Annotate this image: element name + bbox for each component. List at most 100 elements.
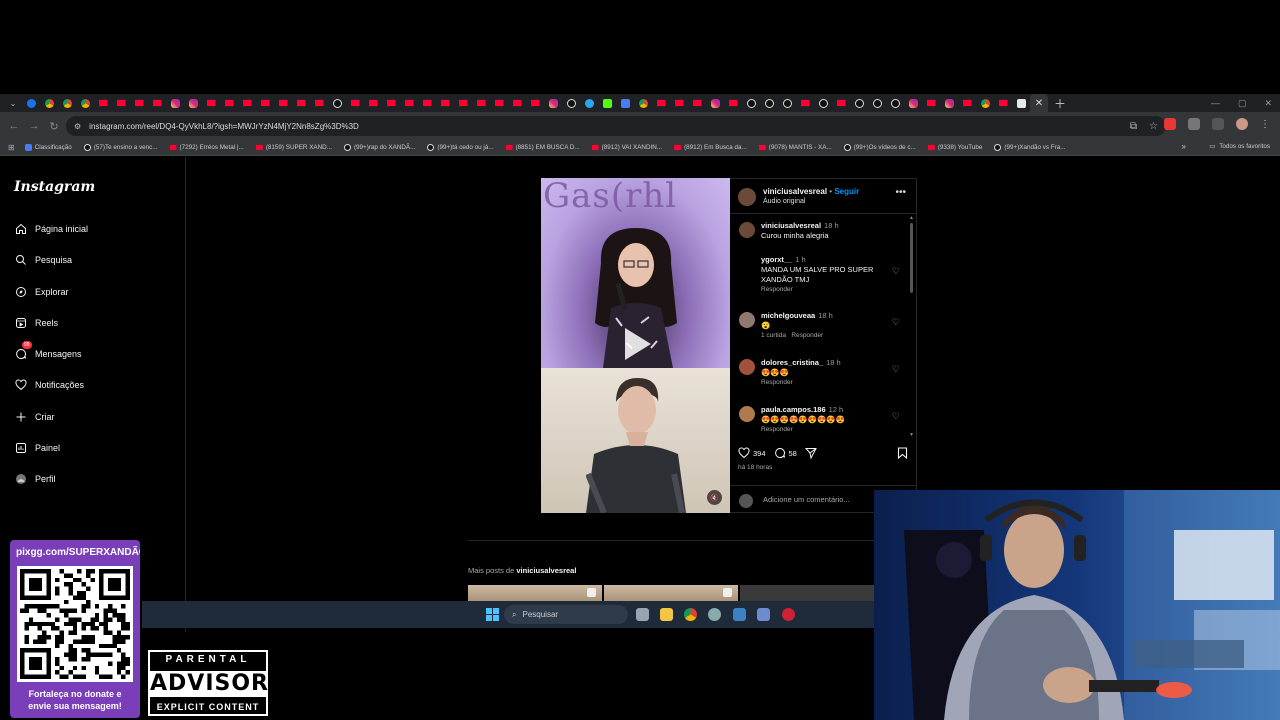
browser-tab[interactable] xyxy=(472,94,490,112)
nav-notifications[interactable]: Notificações xyxy=(14,378,84,391)
browser-tab[interactable] xyxy=(670,94,688,112)
new-tab-button[interactable]: ＋ xyxy=(1054,95,1066,112)
browser-tab[interactable] xyxy=(418,94,436,112)
comments-list[interactable]: viniciusalvesreal 18 h Curou minha alegria… xyxy=(730,215,916,438)
browser-tab[interactable] xyxy=(256,94,274,112)
extensions-puzzle-icon[interactable] xyxy=(1188,118,1200,130)
bookmark-item[interactable]: (57)Te ensino a venc... xyxy=(83,144,158,151)
windows-start-icon[interactable] xyxy=(486,608,499,621)
browser-tab[interactable] xyxy=(238,94,256,112)
taskbar-search[interactable]: ⌕ Pesquisar xyxy=(504,605,628,624)
tab-active[interactable]: ✕ xyxy=(1030,94,1048,112)
browser-tab[interactable] xyxy=(76,94,94,112)
app-icon[interactable] xyxy=(733,608,746,621)
comment-avatar[interactable] xyxy=(739,312,755,328)
play-icon[interactable] xyxy=(621,326,653,362)
like-heart-icon[interactable] xyxy=(738,447,750,459)
browser-tab[interactable] xyxy=(796,94,814,112)
nav-home[interactable]: Página inicial xyxy=(14,222,88,235)
bookmark-star-icon[interactable]: ☆ xyxy=(1149,121,1158,132)
comment-reply-link[interactable]: Responder xyxy=(761,426,793,433)
bookmark-item[interactable]: (99+)rap do XANDÃ... xyxy=(343,144,415,151)
browser-tab[interactable] xyxy=(94,94,112,112)
browser-tab[interactable] xyxy=(292,94,310,112)
comment-like-icon[interactable]: ♡ xyxy=(892,364,900,375)
nav-create[interactable]: Criar xyxy=(14,410,55,423)
comment-like-icon[interactable]: ♡ xyxy=(892,266,900,277)
browser-tab[interactable] xyxy=(310,94,328,112)
browser-tab[interactable] xyxy=(148,94,166,112)
browser-tab[interactable] xyxy=(634,94,652,112)
apps-icon[interactable]: ⊞ xyxy=(8,143,15,152)
browser-tab[interactable] xyxy=(400,94,418,112)
browser-tab[interactable] xyxy=(814,94,832,112)
browser-tab[interactable] xyxy=(742,94,760,112)
bookmark-item[interactable]: (8912) Em Busca da... xyxy=(674,144,747,151)
nav-reels[interactable]: Reels xyxy=(14,316,58,329)
browser-tab[interactable] xyxy=(724,94,742,112)
task-view-icon[interactable] xyxy=(636,608,649,621)
browser-tab[interactable] xyxy=(364,94,382,112)
follow-button[interactable]: Seguir xyxy=(834,187,859,196)
audio-label[interactable]: Áudio original xyxy=(763,198,805,205)
browser-tab[interactable] xyxy=(130,94,148,112)
browser-tab[interactable] xyxy=(580,94,598,112)
browser-tab[interactable] xyxy=(598,94,616,112)
browser-tab[interactable] xyxy=(778,94,796,112)
bookmark-item[interactable]: (9078) MANTIS - XA... xyxy=(758,144,832,151)
profile-avatar[interactable] xyxy=(1236,118,1248,130)
menu-icon[interactable] xyxy=(1212,118,1224,130)
browser-tab[interactable] xyxy=(940,94,958,112)
browser-tab[interactable] xyxy=(166,94,184,112)
post-thumbnail[interactable] xyxy=(740,585,874,602)
bookmarks-overflow-icon[interactable]: » xyxy=(1182,142,1186,151)
instagram-logo[interactable]: Instagram xyxy=(14,179,95,195)
more-options-icon[interactable]: ••• xyxy=(895,187,906,198)
comment-username[interactable]: ygorxt__ xyxy=(761,255,792,264)
all-bookmarks-button[interactable]: ▭ Todos os favoritos xyxy=(1209,143,1270,150)
browser-tab[interactable] xyxy=(220,94,238,112)
bookmark-item[interactable]: (8851) EM BUSCA D... xyxy=(505,144,580,151)
comment-icon[interactable] xyxy=(774,447,786,459)
comment-avatar[interactable] xyxy=(739,222,755,238)
browser-tab[interactable] xyxy=(958,94,976,112)
settings-icon[interactable] xyxy=(708,608,721,621)
comment-username[interactable]: paula.campos.186 xyxy=(761,405,826,414)
add-comment-input[interactable]: Adicione um comentário... xyxy=(763,495,850,504)
post-username[interactable]: viniciusalvesreal xyxy=(763,187,827,196)
file-explorer-icon[interactable] xyxy=(660,608,673,621)
nav-messages[interactable]: 99 Mensagens xyxy=(14,341,82,360)
app-icon[interactable] xyxy=(757,608,770,621)
likes-count[interactable]: 394 xyxy=(753,449,766,458)
save-bookmark-icon[interactable] xyxy=(897,447,908,459)
browser-tab[interactable] xyxy=(832,94,850,112)
app-icon[interactable] xyxy=(782,608,795,621)
comment-avatar[interactable] xyxy=(739,359,755,375)
comments-count[interactable]: 58 xyxy=(789,449,797,458)
close-tab-icon[interactable]: ✕ xyxy=(1035,98,1043,109)
bookmark-item[interactable]: (9338) YouTube xyxy=(927,144,982,151)
browser-tab[interactable] xyxy=(544,94,562,112)
browser-tab[interactable] xyxy=(868,94,886,112)
browser-tab[interactable] xyxy=(994,94,1012,112)
bookmark-item[interactable]: (99+)Xandão vs Fra... xyxy=(994,144,1066,151)
browser-tab[interactable] xyxy=(436,94,454,112)
bookmark-item[interactable]: (7292) Erréos Metal |... xyxy=(169,144,244,151)
browser-tab[interactable] xyxy=(508,94,526,112)
comment-username[interactable]: viniciusalvesreal xyxy=(761,221,821,230)
browser-tab[interactable] xyxy=(562,94,580,112)
comment-reply-link[interactable]: Responder xyxy=(761,286,793,293)
back-button[interactable]: ← xyxy=(4,120,24,132)
browser-tab[interactable] xyxy=(760,94,778,112)
nav-profile[interactable]: Perfil xyxy=(14,472,56,485)
browser-tab[interactable] xyxy=(202,94,220,112)
more-menu-icon[interactable]: ⋮ xyxy=(1260,119,1270,130)
extension-icon[interactable] xyxy=(1164,118,1176,130)
browser-tab[interactable] xyxy=(490,94,508,112)
browser-tab[interactable] xyxy=(40,94,58,112)
tab-search-button[interactable]: ⌄ xyxy=(4,94,22,112)
post-thumbnail[interactable] xyxy=(468,585,602,602)
browser-tab[interactable] xyxy=(58,94,76,112)
browser-tab[interactable] xyxy=(112,94,130,112)
site-info-icon[interactable]: ⚙ xyxy=(74,122,81,131)
